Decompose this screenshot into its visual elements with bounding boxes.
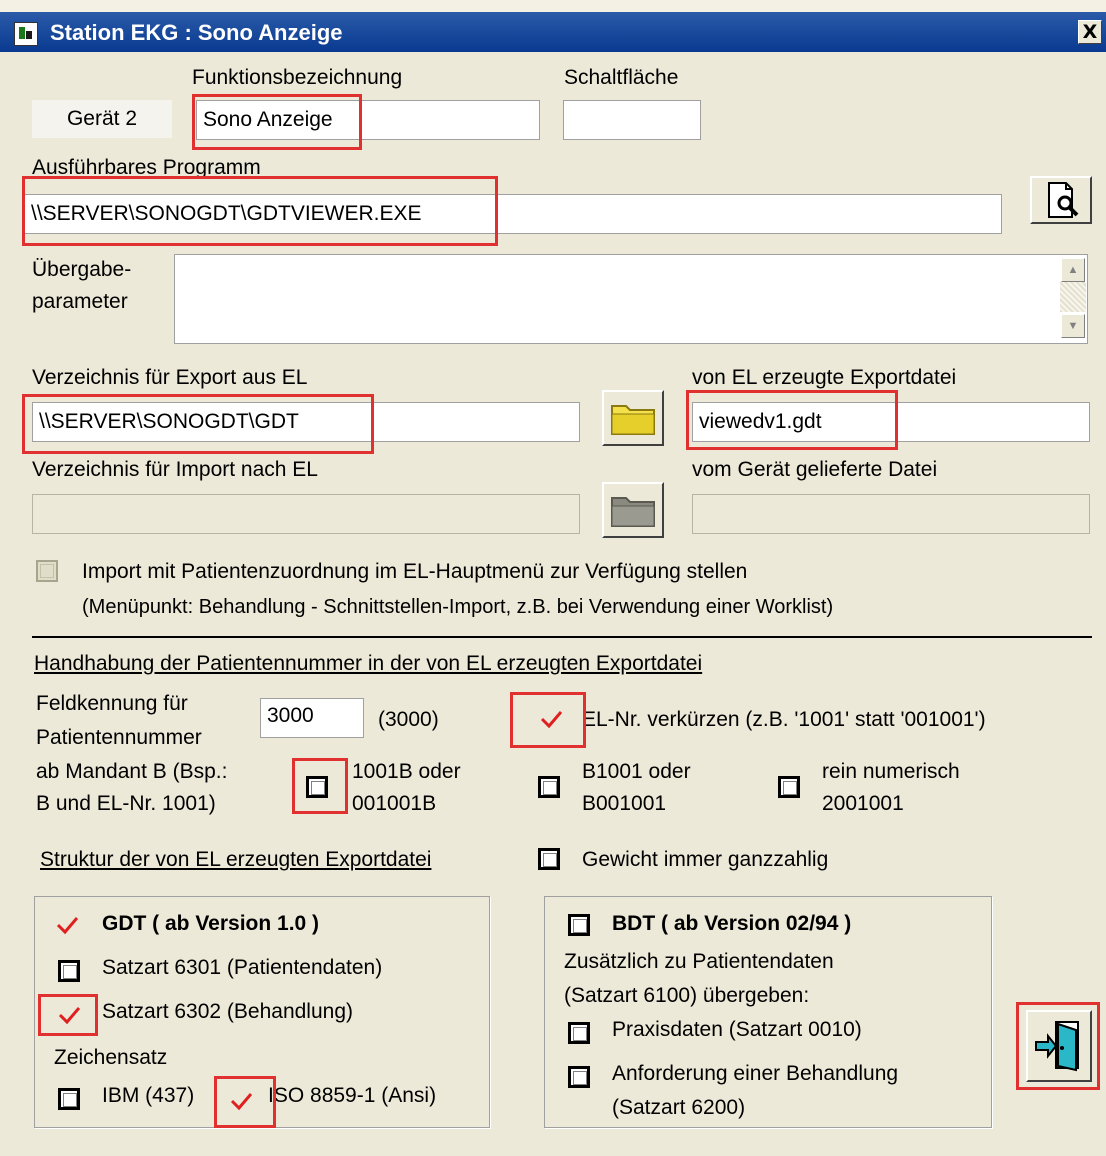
separator-line [32, 636, 1092, 638]
field-id-default: (3000) [378, 708, 439, 731]
mandant-label-line1: ab Mandant B (Bsp.: [36, 760, 228, 783]
field-id-label-line1: Feldkennung für [36, 692, 188, 715]
device-number-label: Gerät 2 [32, 100, 172, 138]
mandant-option3-line2: 2001001 [822, 792, 904, 815]
browse-program-button[interactable] [1030, 176, 1092, 224]
charset-iso-label: ISO 8859-1 (Ansi) [268, 1084, 437, 1107]
charset-ibm-label: IBM (437) [102, 1084, 195, 1107]
import-menu-label: Import mit Patientenzuordnung im EL-Haup… [82, 560, 748, 583]
import-dir-input[interactable] [32, 494, 580, 534]
checkmark-icon [56, 917, 79, 935]
highlight-satz6302 [38, 994, 98, 1036]
highlight-function-name [192, 94, 362, 150]
highlight-program-path [22, 176, 498, 246]
import-menu-checkbox[interactable] [36, 560, 58, 582]
mandant-option1-line1: 1001B oder [352, 760, 461, 783]
highlight-exit [1016, 1002, 1100, 1090]
export-dir-label: Verzeichnis für Export aus EL [32, 366, 308, 389]
app-icon [14, 22, 38, 46]
weight-integer-checkbox[interactable] [538, 848, 560, 870]
dialog-window: Station EKG : Sono Anzeige X Funktionsbe… [0, 0, 1106, 1156]
params-label-line2: parameter [32, 290, 128, 313]
close-button[interactable]: X [1078, 20, 1102, 44]
anforderung-label-line2: (Satzart 6200) [612, 1096, 746, 1119]
mandant-option3-line1: rein numerisch [822, 760, 960, 783]
praxisdaten-checkbox[interactable] [568, 1022, 590, 1044]
highlight-mandant-option1 [292, 758, 348, 814]
mandant-label-line2: B und EL-Nr. 1001) [36, 792, 216, 815]
export-file-label: von EL erzeugte Exportdatei [692, 366, 957, 389]
satz6301-label: Satzart 6301 (Patientendaten) [102, 956, 383, 979]
bdt-line1: Zusätzlich zu Patientendaten [564, 950, 834, 973]
highlight-charset-iso [214, 1076, 276, 1128]
bdt-line2: (Satzart 6100) übergeben: [564, 984, 810, 1007]
import-folder-button[interactable] [602, 482, 664, 538]
button-label: Schaltfläche [564, 66, 679, 89]
patient-heading: Handhabung der Patientennummer in der vo… [34, 652, 703, 675]
scroll-up-button[interactable]: ▲ [1061, 258, 1085, 282]
satz6302-label: Satzart 6302 (Behandlung) [102, 1000, 354, 1023]
params-label-line1: Übergabe- [32, 258, 132, 281]
bdt-checkbox[interactable] [568, 914, 590, 936]
folder-icon [611, 497, 655, 527]
highlight-export-file [686, 390, 898, 450]
export-folder-button[interactable] [602, 390, 664, 446]
structure-heading: Struktur der von EL erzeugten Exportdate… [40, 848, 432, 871]
field-id-label-line2: Patientennummer [36, 726, 202, 749]
praxisdaten-label: Praxisdaten (Satzart 0010) [612, 1018, 862, 1041]
anforderung-checkbox[interactable] [568, 1066, 590, 1088]
highlight-shorten [510, 692, 586, 748]
import-menu-hint: (Menüpunkt: Behandlung - Schnittstellen-… [82, 596, 834, 618]
gdt-title: GDT ( ab Version 1.0 ) [102, 912, 320, 935]
document-search-icon [1048, 182, 1079, 218]
title-bar[interactable]: Station EKG : Sono Anzeige X [0, 12, 1106, 52]
anforderung-label-line1: Anforderung einer Behandlung [612, 1062, 899, 1085]
bdt-title: BDT ( ab Version 02/94 ) [612, 912, 852, 935]
folder-icon [611, 405, 655, 435]
gdt-checkbox[interactable] [56, 914, 79, 936]
satz6301-checkbox[interactable] [58, 960, 80, 982]
import-file-input[interactable] [692, 494, 1090, 534]
field-id-input[interactable]: 3000 [260, 698, 364, 738]
function-label: Funktionsbezeichnung [192, 66, 403, 89]
highlight-export-dir [22, 394, 374, 454]
weight-integer-label: Gewicht immer ganzzahlig [582, 848, 829, 871]
scroll-down-button[interactable]: ▼ [1061, 314, 1085, 338]
mandant-option2-line2: B001001 [582, 792, 667, 815]
button-name-input[interactable] [563, 100, 701, 140]
mandant-option1-line2: 001001B [352, 792, 437, 815]
shorten-label: EL-Nr. verkürzen (z.B. '1001' statt '001… [582, 708, 986, 731]
mandant-option2-line1: B1001 oder [582, 760, 691, 783]
mandant-option3-checkbox[interactable] [778, 776, 800, 798]
window-title: Station EKG : Sono Anzeige [50, 20, 343, 45]
import-dir-label: Verzeichnis für Import nach EL [32, 458, 318, 481]
scrollbar-track[interactable] [1060, 282, 1086, 312]
charset-label: Zeichensatz [54, 1046, 168, 1069]
import-file-label: vom Gerät gelieferte Datei [692, 458, 938, 481]
charset-ibm-checkbox[interactable] [58, 1088, 80, 1110]
mandant-option2-checkbox[interactable] [538, 776, 560, 798]
params-textarea[interactable] [174, 254, 1088, 344]
